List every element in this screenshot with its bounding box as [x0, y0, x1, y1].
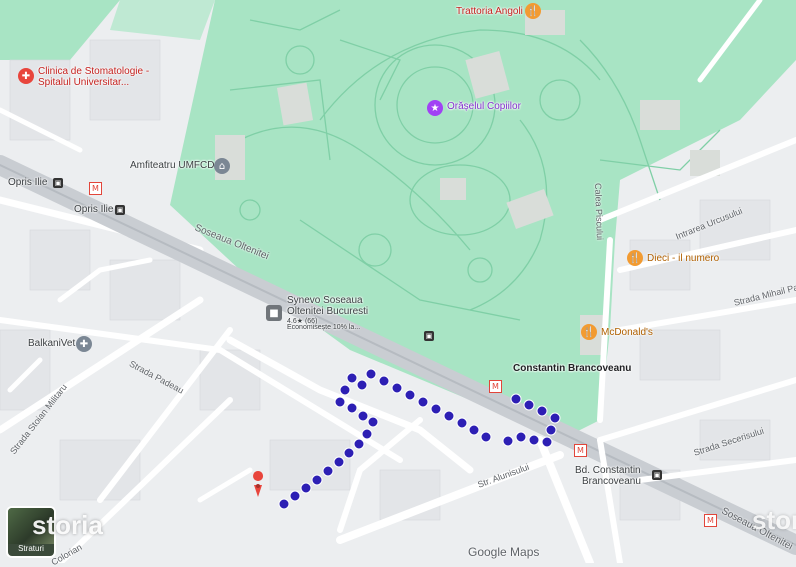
metro-icon[interactable]: M: [489, 380, 502, 393]
synevo-note: Economisește 10% la...: [287, 324, 361, 331]
mcdonalds-label[interactable]: McDonald's: [601, 327, 653, 338]
dieci-icon[interactable]: 🍴: [627, 250, 643, 266]
orasel-label[interactable]: Orășelul Copiilor: [447, 101, 521, 112]
synevo-label-2[interactable]: Oltenitei Bucuresti: [287, 306, 368, 317]
tram-stop-icon[interactable]: ▣: [53, 178, 63, 188]
balkanivet-icon[interactable]: ✚: [76, 336, 92, 352]
layers-label: Straturi: [18, 544, 44, 553]
amfiteatru-label[interactable]: Amfiteatru UMFCD: [130, 160, 214, 171]
orasel-icon[interactable]: ★: [427, 100, 443, 116]
clinic-label[interactable]: Clinica de Stomatologie - Spitalul Unive…: [38, 66, 158, 88]
metro-icon[interactable]: M: [704, 514, 717, 527]
opris-label-2[interactable]: Opris Ilie: [74, 204, 113, 215]
balkanivet-label[interactable]: BalkaniVet: [28, 338, 75, 349]
synevo-label-1[interactable]: Synevo Soseaua: [287, 295, 363, 306]
amfiteatru-icon[interactable]: ⌂: [214, 158, 230, 174]
metro-icon[interactable]: M: [574, 444, 587, 457]
tram-stop-icon[interactable]: ▣: [652, 470, 662, 480]
storia-watermark: storia: [32, 510, 103, 540]
clinic-icon[interactable]: ✚: [18, 68, 34, 84]
restaurant-icon[interactable]: 🍴: [525, 3, 541, 19]
street-label: Calea Piscului: [593, 182, 605, 241]
dieci-label[interactable]: Dieci - il numero: [647, 253, 719, 264]
metro-icon[interactable]: M: [89, 182, 102, 195]
tram-stop-icon[interactable]: ▣: [424, 331, 434, 341]
synevo-icon[interactable]: ■: [266, 305, 282, 321]
mcdonalds-icon[interactable]: 🍴: [581, 324, 597, 340]
google-maps-attribution: Google Maps: [468, 545, 540, 559]
bd-constantin-label-2[interactable]: Brancoveanu: [582, 476, 641, 487]
storia-watermark-right: storia: [752, 505, 796, 535]
constantin-label[interactable]: Constantin Brancoveanu: [513, 363, 631, 374]
opris-label-1[interactable]: Opris Ilie: [8, 177, 47, 188]
trattoria-label[interactable]: Trattoria Angoli: [456, 6, 523, 17]
tram-stop-icon[interactable]: ▣: [115, 205, 125, 215]
bd-constantin-label-1[interactable]: Bd. Constantin: [575, 465, 641, 476]
